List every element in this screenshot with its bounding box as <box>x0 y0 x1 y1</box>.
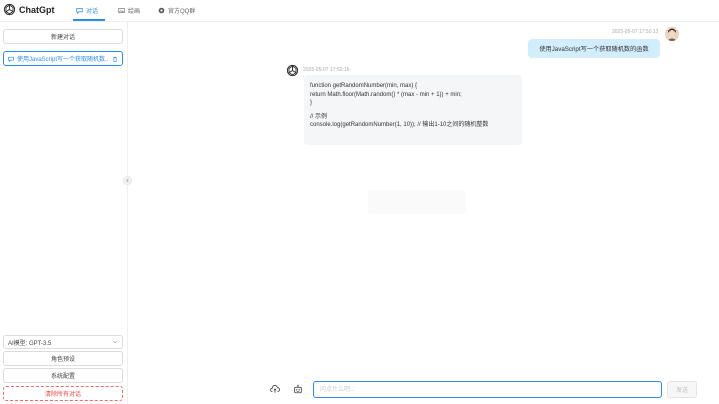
openai-logo-icon <box>286 64 299 77</box>
system-config-button[interactable]: 系统配置 <box>3 368 123 383</box>
code-line: } <box>310 100 313 106</box>
upload-button[interactable] <box>267 381 283 397</box>
tab-chat[interactable]: 对话 <box>76 5 98 15</box>
code-comment: // 示例 <box>310 113 328 120</box>
chat-list-item-label: 使用JavaScript写一个获取随机数... <box>17 57 109 63</box>
robot-button[interactable] <box>290 381 306 397</box>
watermark-area <box>368 190 466 214</box>
tab-qq-group-label: 官方QQ群 <box>168 8 196 15</box>
user-message-bubble: 使用JavaScript写一个获取随机数的函数 <box>528 39 660 58</box>
new-chat-button[interactable]: 新建对话 <box>3 29 123 44</box>
github-icon <box>158 7 165 13</box>
model-select[interactable]: AI模型: GPT-3.5 <box>3 335 123 349</box>
chat-icon <box>76 7 83 14</box>
chat-list-item[interactable]: 使用JavaScript写一个获取随机数... <box>3 51 123 66</box>
image-icon <box>118 7 125 13</box>
code-line: console.log(getRandomNumber(1, 10)); // … <box>310 122 489 128</box>
assistant-message-time: 2025-05-07 17:50:16 <box>303 67 350 73</box>
cloud-upload-icon <box>270 385 280 393</box>
role-preset-button[interactable]: 角色预设 <box>3 351 123 366</box>
assistant-message-bubble: function getRandomNumber(min, max) { ret… <box>304 75 522 145</box>
chat-icon <box>8 56 14 62</box>
openai-logo-icon <box>3 3 16 16</box>
robot-icon <box>294 384 302 394</box>
send-button[interactable]: 发送 <box>667 381 697 398</box>
code-line: return Math.floor(Math.random() * (max -… <box>310 91 462 98</box>
app-title: ChatGpt <box>19 5 55 15</box>
trash-icon[interactable] <box>112 56 118 62</box>
user-avatar <box>665 27 679 41</box>
clear-all-chats-button[interactable]: 清除所有对话 <box>3 386 123 401</box>
code-line: function getRandomNumber(min, max) { <box>310 83 418 89</box>
tab-qq-group[interactable]: 官方QQ群 <box>158 5 195 15</box>
tab-draw[interactable]: 绘画 <box>118 5 140 15</box>
collapse-sidebar-button[interactable] <box>123 176 132 185</box>
chevron-left-icon <box>126 178 129 183</box>
app-header: ChatGpt 对话 绘画 官方QQ群 <box>0 0 719 22</box>
chevron-down-icon <box>112 340 118 344</box>
active-tab-indicator <box>73 19 105 21</box>
model-select-value: AI模型: GPT-3.5 <box>8 340 52 347</box>
message-input[interactable] <box>313 381 662 398</box>
user-message-time: 2025-05-07 17:50:13 <box>612 29 659 35</box>
tab-draw-label: 绘画 <box>128 8 141 15</box>
sidebar: 新建对话 使用JavaScript写一个获取随机数... AI模型: GPT-3… <box>0 22 128 404</box>
tab-chat-label: 对话 <box>86 8 99 15</box>
